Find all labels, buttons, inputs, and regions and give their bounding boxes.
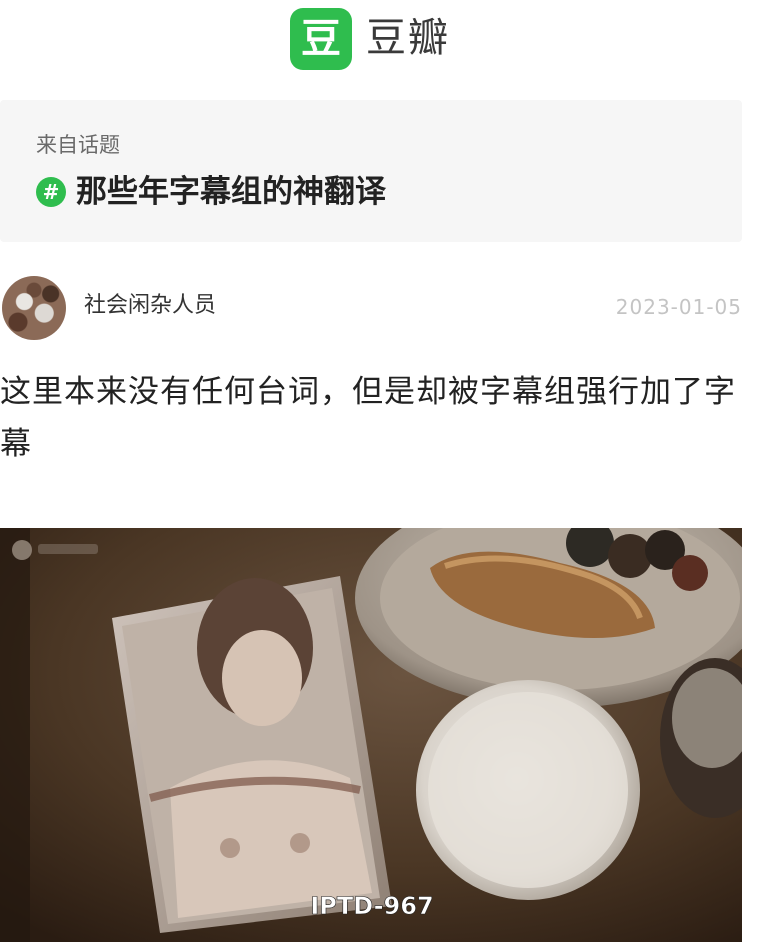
post-body-text: 这里本来没有任何台词，但是却被字幕组强行加了字幕 (0, 374, 736, 462)
photo-illustration: IPTD-967 (0, 528, 742, 942)
topic-source-label: 来自话题 (36, 133, 120, 157)
app-header: 豆 豆瓣 (0, 0, 758, 80)
post-image[interactable]: IPTD-967 (0, 528, 742, 942)
douban-post-screen: 豆 豆瓣 来自话题 # 那些年字幕组的神翻译 社会闲杂人员 2023-01-05… (0, 0, 758, 947)
post-date: 2023-01-05 (615, 295, 742, 319)
douban-logo-icon: 豆 (290, 8, 352, 70)
author-name[interactable]: 社会闲杂人员 (84, 290, 216, 322)
topic-hash-icon: # (36, 177, 66, 207)
avatar[interactable] (2, 276, 66, 340)
app-name: 豆瓣 (366, 15, 450, 61)
topic-title-link[interactable]: 那些年字幕组的神翻译 (76, 170, 386, 214)
subtitle-caption: IPTD-967 (310, 892, 433, 920)
